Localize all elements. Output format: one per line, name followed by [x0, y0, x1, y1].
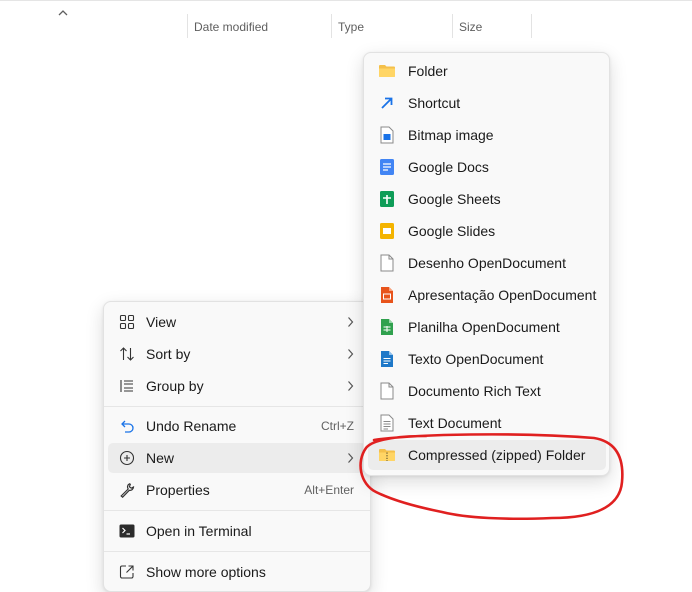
menu-separator [104, 551, 370, 552]
menu-item-view[interactable]: View [108, 307, 366, 337]
menu-item-label: Sort by [146, 346, 191, 362]
menu-separator [104, 510, 370, 511]
menu-item-new[interactable]: New [108, 443, 366, 473]
submenu-item-label: Shortcut [408, 95, 461, 111]
menu-item-label: Undo Rename [146, 418, 237, 434]
menu-item-properties[interactable]: Properties Alt+Enter [108, 475, 366, 505]
new-submenu: Folder Shortcut Bitmap image Google Docs… [363, 52, 610, 476]
shortcut-arrow-icon [378, 94, 396, 112]
submenu-item-google-docs[interactable]: Google Docs [368, 152, 606, 182]
submenu-item-label: Bitmap image [408, 127, 494, 143]
submenu-item-texto-opendocument[interactable]: Texto OpenDocument [368, 344, 606, 374]
submenu-item-text-document[interactable]: Text Document [368, 408, 606, 438]
text-document-icon [378, 414, 396, 432]
bitmap-file-icon [378, 126, 396, 144]
google-slides-icon [378, 222, 396, 240]
submenu-item-label: Desenho OpenDocument [408, 255, 566, 271]
submenu-item-documento-rich-text[interactable]: Documento Rich Text [368, 376, 606, 406]
submenu-item-planilha-opendocument[interactable]: Planilha OpenDocument [368, 312, 606, 342]
submenu-item-label: Texto OpenDocument [408, 351, 544, 367]
menu-item-undo-rename[interactable]: Undo Rename Ctrl+Z [108, 411, 366, 441]
context-menu: View Sort by Group by Undo Rename Ctrl+Z [103, 301, 371, 592]
chevron-right-icon [348, 381, 354, 391]
terminal-icon [118, 522, 136, 540]
submenu-item-bitmap-image[interactable]: Bitmap image [368, 120, 606, 150]
blank-document-icon [378, 254, 396, 272]
column-header-size[interactable]: Size [453, 14, 532, 40]
menu-item-label: Group by [146, 378, 204, 394]
undo-icon [118, 417, 136, 435]
column-header-type[interactable]: Type [332, 14, 452, 40]
grid-icon [118, 313, 136, 331]
chevron-right-icon [348, 349, 354, 359]
submenu-item-apresentacao-opendocument[interactable]: Apresentação OpenDocument [368, 280, 606, 310]
submenu-item-label: Folder [408, 63, 448, 79]
submenu-item-label: Google Docs [408, 159, 489, 175]
menu-item-open-in-terminal[interactable]: Open in Terminal [108, 516, 366, 546]
share-icon [118, 563, 136, 581]
menu-item-label: Open in Terminal [146, 523, 252, 539]
submenu-item-desenho-opendocument[interactable]: Desenho OpenDocument [368, 248, 606, 278]
chevron-right-icon [348, 317, 354, 327]
column-header-date-modified[interactable]: Date modified [188, 14, 331, 40]
menu-item-group-by[interactable]: Group by [108, 371, 366, 401]
submenu-item-compressed-zipped-folder[interactable]: Compressed (zipped) Folder [368, 440, 606, 470]
submenu-item-label: Planilha OpenDocument [408, 319, 560, 335]
column-separator[interactable] [531, 14, 532, 38]
submenu-item-label: Apresentação OpenDocument [408, 287, 597, 303]
menu-item-label: Properties [146, 482, 210, 498]
submenu-item-label: Google Sheets [408, 191, 501, 207]
menu-item-label: New [146, 450, 175, 466]
submenu-item-google-sheets[interactable]: Google Sheets [368, 184, 606, 214]
ods-file-icon [378, 318, 396, 336]
sort-ascending-chevron-icon[interactable] [57, 8, 69, 18]
menu-item-label: View [146, 314, 177, 330]
zip-folder-icon [378, 446, 396, 464]
submenu-item-label: Google Slides [408, 223, 496, 239]
sort-icon [118, 345, 136, 363]
chevron-right-icon [348, 453, 354, 463]
blank-document-icon [378, 382, 396, 400]
submenu-item-label: Text Document [408, 415, 502, 431]
menu-item-label: Show more options [146, 564, 266, 580]
odt-file-icon [378, 350, 396, 368]
folder-icon [378, 62, 396, 80]
google-sheets-icon [378, 190, 396, 208]
window-top-border [0, 0, 692, 1]
group-icon [118, 377, 136, 395]
submenu-item-label: Documento Rich Text [408, 383, 541, 399]
menu-item-sort-by[interactable]: Sort by [108, 339, 366, 369]
google-docs-icon [378, 158, 396, 176]
odp-file-icon [378, 286, 396, 304]
submenu-item-folder[interactable]: Folder [368, 56, 606, 86]
new-icon [118, 449, 136, 467]
submenu-item-google-slides[interactable]: Google Slides [368, 216, 606, 246]
submenu-item-label: Compressed (zipped) Folder [408, 447, 586, 463]
submenu-item-shortcut[interactable]: Shortcut [368, 88, 606, 118]
menu-separator [104, 406, 370, 407]
menu-item-show-more-options[interactable]: Show more options [108, 557, 366, 587]
shortcut-text: Alt+Enter [304, 483, 354, 497]
shortcut-text: Ctrl+Z [321, 419, 354, 433]
wrench-icon [118, 481, 136, 499]
